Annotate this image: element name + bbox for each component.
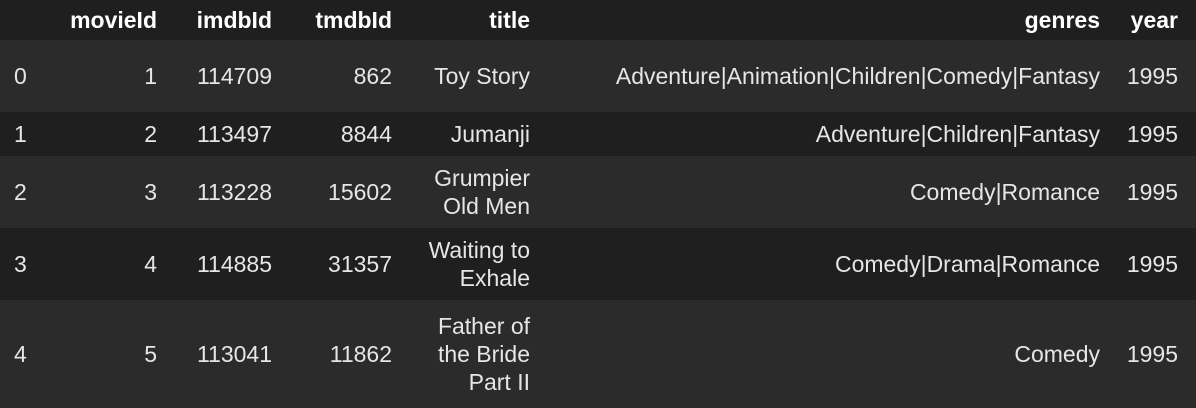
- table-row: 0 1 114709 862 Toy Story Adventure|Anima…: [0, 40, 1196, 112]
- cell-title-text: Grumpier Old Men: [434, 165, 530, 219]
- cell-genres: Adventure|Children|Fantasy: [815, 121, 1100, 147]
- cell-year: 1995: [1126, 341, 1178, 367]
- cell-tmdbId: 31357: [328, 251, 392, 277]
- index-header: [0, 0, 44, 40]
- cell-title: Father of the Bride Part II: [410, 300, 548, 408]
- row-index: 0: [14, 63, 27, 89]
- cell-title: Toy Story: [410, 40, 548, 112]
- cell-movieId: 1: [144, 63, 157, 89]
- cell-title-text: Waiting to Exhale: [428, 237, 530, 291]
- row-index: 3: [14, 251, 27, 277]
- column-header-year: year: [1118, 0, 1196, 40]
- cell-title: Jumanji: [410, 112, 548, 156]
- table-row: 2 3 113228 15602 Grumpier Old Men Comedy…: [0, 156, 1196, 228]
- cell-genres: Comedy|Drama|Romance: [834, 251, 1100, 277]
- cell-imdbId: 113041: [196, 341, 272, 367]
- cell-genres: Adventure|Animation|Children|Comedy|Fant…: [615, 63, 1100, 89]
- cell-year: 1995: [1126, 63, 1178, 89]
- table-row: 4 5 113041 11862 Father of the Bride Par…: [0, 300, 1196, 408]
- column-header-title: title: [410, 0, 548, 40]
- cell-tmdbId: 862: [353, 63, 392, 89]
- table-body: 0 1 114709 862 Toy Story Adventure|Anima…: [0, 40, 1196, 408]
- cell-title-text: Jumanji: [450, 121, 530, 147]
- cell-year: 1995: [1126, 121, 1178, 147]
- cell-tmdbId: 8844: [340, 121, 392, 147]
- cell-imdbId: 114709: [196, 63, 272, 89]
- header-row: movieId imdbId tmdbId title genres year: [0, 0, 1196, 40]
- cell-movieId: 3: [144, 179, 157, 205]
- cell-imdbId: 113497: [196, 121, 272, 147]
- table-row: 1 2 113497 8844 Jumanji Adventure|Childr…: [0, 112, 1196, 156]
- table-row: 3 4 114885 31357 Waiting to Exhale Comed…: [0, 228, 1196, 300]
- row-index: 1: [14, 121, 27, 147]
- cell-imdbId: 114885: [196, 251, 272, 277]
- row-index: 2: [14, 179, 27, 205]
- cell-movieId: 2: [144, 121, 157, 147]
- cell-title: Grumpier Old Men: [410, 156, 548, 228]
- column-header-genres: genres: [548, 0, 1118, 40]
- cell-title: Waiting to Exhale: [410, 228, 548, 300]
- cell-tmdbId: 11862: [329, 341, 392, 367]
- cell-movieId: 5: [144, 341, 157, 367]
- cell-year: 1995: [1126, 251, 1178, 277]
- cell-genres: Comedy: [1014, 341, 1100, 367]
- cell-genres: Comedy|Romance: [909, 179, 1100, 205]
- cell-title-text: Father of the Bride Part II: [437, 313, 530, 395]
- cell-movieId: 4: [144, 251, 157, 277]
- column-header-tmdbId: tmdbId: [290, 0, 410, 40]
- cell-tmdbId: 15602: [328, 179, 392, 205]
- cell-imdbId: 113228: [196, 179, 272, 205]
- dataframe-output: movieId imdbId tmdbId title genres year …: [0, 0, 1196, 408]
- dataframe-table: movieId imdbId tmdbId title genres year …: [0, 0, 1196, 408]
- column-header-movieId: movieId: [44, 0, 175, 40]
- cell-title-text: Toy Story: [434, 63, 530, 89]
- column-header-imdbId: imdbId: [175, 0, 290, 40]
- cell-year: 1995: [1126, 179, 1178, 205]
- row-index: 4: [14, 341, 27, 367]
- table-header: movieId imdbId tmdbId title genres year: [0, 0, 1196, 40]
